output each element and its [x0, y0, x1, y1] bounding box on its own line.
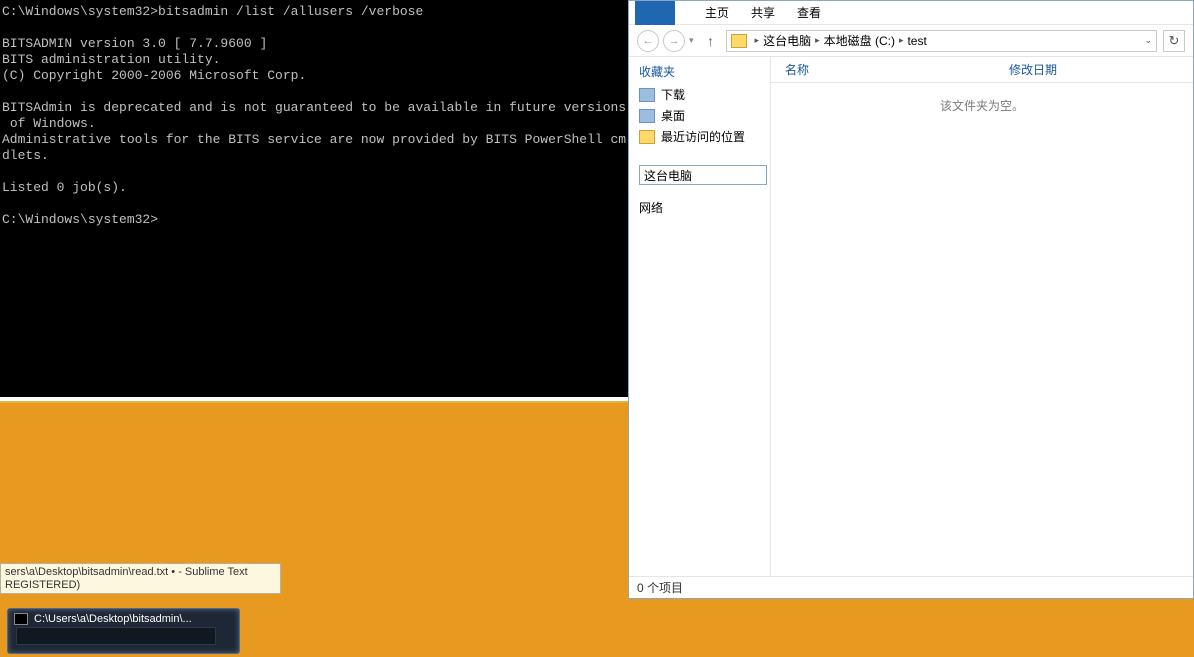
address-bar[interactable]: ▸ 这台电脑 ▸ 本地磁盘 (C:) ▸ test ⌄: [726, 30, 1157, 52]
item-count: 0 个项目: [637, 579, 683, 596]
empty-folder-message: 该文件夹为空。: [771, 83, 1193, 576]
column-name[interactable]: 名称: [785, 61, 809, 78]
taskbar-preview[interactable]: C:\Users\a\Desktop\bitsadmin\...: [7, 608, 240, 654]
nav-up-button[interactable]: ↑: [702, 33, 720, 49]
chevron-right-icon: ▸: [815, 35, 820, 46]
taskbar-preview-title: C:\Users\a\Desktop\bitsadmin\...: [34, 613, 192, 625]
column-modified[interactable]: 修改日期: [1009, 61, 1057, 78]
tooltip-line1: sers\a\Desktop\bitsadmin\read.txt • - Su…: [5, 566, 276, 579]
file-menu-button[interactable]: [635, 1, 675, 25]
refresh-button[interactable]: ↻: [1163, 30, 1185, 52]
desktop-icon: [639, 109, 655, 123]
sidebar-network-header[interactable]: 网络: [639, 199, 770, 216]
column-headers: 名称 修改日期: [771, 57, 1193, 83]
chevron-right-icon: ▸: [755, 35, 760, 46]
tab-home[interactable]: 主页: [705, 4, 729, 21]
breadcrumb-pc[interactable]: 这台电脑: [763, 32, 811, 49]
sidebar-item-label: 下载: [661, 86, 685, 103]
tab-view[interactable]: 查看: [797, 4, 821, 21]
ribbon-tabs: 主页 共享 查看: [629, 1, 1193, 25]
sidebar: 收藏夹 下载 桌面 最近访问的位置 网络: [629, 57, 771, 576]
breadcrumb-folder[interactable]: test: [907, 34, 926, 48]
recent-icon: [639, 130, 655, 144]
sidebar-item-downloads[interactable]: 下载: [639, 84, 770, 105]
navigation-bar: ← → ▾ ↑ ▸ 这台电脑 ▸ 本地磁盘 (C:) ▸ test ⌄ ↻: [629, 25, 1193, 57]
sidebar-item-recent[interactable]: 最近访问的位置: [639, 126, 770, 147]
sidebar-item-desktop[interactable]: 桌面: [639, 105, 770, 126]
chevron-right-icon: ▸: [899, 35, 904, 46]
chevron-down-icon[interactable]: ▾: [689, 35, 694, 46]
nav-back-button[interactable]: ←: [637, 30, 659, 52]
this-pc-input[interactable]: [639, 165, 767, 185]
address-dropdown-icon[interactable]: ⌄: [1144, 35, 1152, 46]
sidebar-favorites-header[interactable]: 收藏夹: [639, 63, 770, 80]
file-explorer-window[interactable]: 主页 共享 查看 ← → ▾ ↑ ▸ 这台电脑 ▸ 本地磁盘 (C:) ▸ te…: [628, 0, 1194, 599]
taskbar-preview-thumb[interactable]: [16, 627, 216, 645]
content-pane[interactable]: 名称 修改日期 该文件夹为空。: [771, 57, 1193, 576]
folder-icon: [731, 34, 747, 48]
tooltip-line2: REGISTERED): [5, 579, 276, 592]
command-prompt-content[interactable]: C:\Windows\system32>bitsadmin /list /all…: [0, 0, 640, 397]
breadcrumb-drive[interactable]: 本地磁盘 (C:): [824, 32, 895, 49]
sidebar-item-label: 桌面: [661, 107, 685, 124]
taskbar-tooltip: sers\a\Desktop\bitsadmin\read.txt • - Su…: [0, 563, 281, 594]
sidebar-item-label: 最近访问的位置: [661, 128, 745, 145]
status-bar: 0 个项目: [629, 576, 1193, 598]
downloads-icon: [639, 88, 655, 102]
command-prompt-window[interactable]: C:\Windows\system32>bitsadmin /list /all…: [0, 0, 669, 403]
nav-forward-button[interactable]: →: [663, 30, 685, 52]
command-prompt-icon: [14, 613, 28, 625]
tab-share[interactable]: 共享: [751, 4, 775, 21]
